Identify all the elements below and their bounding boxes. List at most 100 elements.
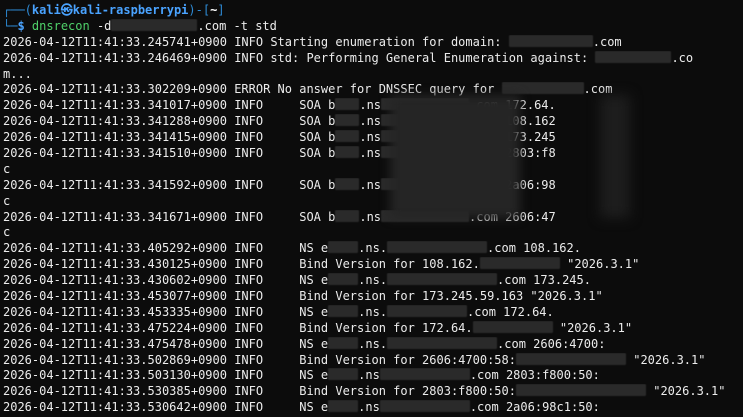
log-line: 2026-04-12T11:41:33.430125+0900 INFO Bin… (3, 257, 743, 273)
log-line: 2026-04-12T11:41:33.475478+0900 INFO NS … (3, 336, 743, 353)
log-message: NS e (263, 304, 329, 319)
log-timestamp: 2026-04-12T11:41:33.302209+0900 (3, 82, 227, 97)
redacted-text (472, 320, 553, 333)
redacted-text (328, 336, 359, 349)
log-message: NS e (263, 241, 329, 256)
log-message: SOA b (263, 146, 336, 161)
log-timestamp: 2026-04-12T11:41:33.453335+0900 (3, 304, 227, 319)
command-args-pre: -d (89, 18, 112, 33)
log-line: 2026-04-12T11:41:33.341288+0900 INFO SOA… (3, 114, 743, 130)
log-timestamp: 2026-04-12T11:41:33.405292+0900 (3, 241, 227, 256)
log-message: std: Performing General Enumeration agai… (263, 50, 596, 65)
log-message: SOA b (263, 114, 336, 129)
redacted-text (328, 400, 359, 413)
log-timestamp: 2026-04-12T11:41:33.246469+0900 (3, 50, 227, 65)
log-line: c (3, 162, 743, 178)
redacted-text (381, 209, 470, 222)
log-timestamp: 2026-04-12T11:41:33.341671+0900 (3, 209, 227, 224)
log-message: "2026.3.1" (633, 352, 706, 367)
log-level: INFO (234, 368, 264, 383)
redacted-text (508, 34, 593, 47)
redacted-text (387, 304, 468, 317)
prompt-frame-bottom: └─ (3, 18, 18, 33)
log-message: .ns (359, 209, 382, 224)
prompt-dir-open: )-[ (188, 3, 211, 17)
redacted-text (595, 50, 672, 63)
log-message: .com 2a06:98 (469, 177, 556, 192)
prompt-line-top: ┌──(kali㉿kali-raspberrypi)-[~] (3, 3, 743, 19)
log-level: ERROR (234, 82, 271, 97)
log-message: .com (592, 34, 622, 49)
log-message: .ns. (358, 336, 388, 351)
redacted-text (479, 257, 560, 270)
log-timestamp: 2026-04-12T11:41:33.502869+0900 (3, 352, 227, 367)
log-message: .ns (359, 146, 382, 161)
log-message: Bind Version for 173.245.59.163 "2026.3.… (263, 289, 603, 304)
log-level: INFO (234, 304, 264, 319)
log-level: INFO (234, 273, 264, 288)
prompt-dollar: $ (17, 18, 25, 33)
redacted-text (387, 241, 488, 254)
log-message: .ns (359, 114, 382, 129)
log-line: 2026-04-12T11:41:33.430602+0900 INFO NS … (3, 273, 743, 289)
log-level: INFO (234, 34, 264, 49)
log-level: INFO (234, 400, 264, 415)
log-line: 2026-04-12T11:41:33.341017+0900 INFO SOA… (3, 98, 743, 114)
log-message: .ns (359, 98, 382, 113)
log-line: 2026-04-12T11:41:33.530642+0900 INFO NS … (3, 400, 743, 416)
log-message: SOA b (263, 209, 336, 224)
log-message: Bind Version for 2606:4700:58: (263, 352, 516, 367)
log-timestamp: 2026-04-12T11:41:33.245741+0900 (3, 34, 227, 49)
log-message: .ns (359, 177, 382, 192)
log-message: Starting enumeration for domain: (263, 34, 509, 49)
prompt-line-command[interactable]: └─$ dnsrecon -d .com -t std (3, 18, 743, 35)
log-message: .com 2803:f800:50: (469, 368, 600, 383)
redacted-text (387, 336, 498, 349)
command-name: dnsrecon (31, 18, 90, 33)
log-timestamp: 2026-04-12T11:41:33.430125+0900 (3, 257, 227, 272)
log-message: .com 2606:47 (469, 209, 556, 224)
log-message: .com 173.245 (469, 130, 556, 145)
log-line: 2026-04-12T11:41:33.341671+0900 INFO SOA… (3, 209, 743, 226)
log-line: 2026-04-12T11:41:33.341510+0900 INFO SOA… (3, 146, 743, 162)
redacted-text (381, 130, 470, 143)
redacted-text (328, 273, 359, 286)
log-message: .ns. (358, 241, 388, 256)
log-timestamp: 2026-04-12T11:41:33.530385+0900 (3, 384, 227, 399)
log-message: Bind Version for 172.64. (263, 320, 473, 335)
log-line: 2026-04-12T11:41:33.341592+0900 INFO SOA… (3, 177, 743, 194)
log-level: INFO (234, 241, 264, 256)
log-line: c (3, 225, 743, 241)
redacted-text (335, 177, 360, 190)
log-level: INFO (234, 336, 264, 351)
log-message: .co (671, 50, 694, 65)
log-level: INFO (234, 114, 264, 129)
redacted-text (515, 352, 626, 365)
log-message: NS e (263, 368, 329, 383)
log-line: 2026-04-12T11:41:33.502869+0900 INFO Bin… (3, 352, 743, 369)
log-message: NS e (263, 336, 329, 351)
log-level: INFO (234, 352, 264, 367)
terminal-window[interactable]: ┌──(kali㉿kali-raspberrypi)-[~] └─$ dnsre… (0, 0, 743, 417)
log-line: 2026-04-12T11:41:33.475224+0900 INFO Bin… (3, 320, 743, 337)
redacted-text (381, 177, 470, 190)
redacted-text (335, 209, 360, 222)
log-level: INFO (234, 146, 264, 161)
log-message: .com 2a06:98c1:50: (469, 400, 600, 415)
prompt-frame-top: ┌──( (3, 3, 32, 17)
log-level: INFO (234, 50, 264, 65)
log-message: .ns. (358, 273, 388, 288)
log-message: .com 2606:4700: (497, 336, 606, 351)
log-output: 2026-04-12T11:41:33.245741+0900 INFO Sta… (3, 34, 743, 416)
log-message: .ns. (358, 304, 388, 319)
log-line: 2026-04-12T11:41:33.453077+0900 INFO Bin… (3, 289, 743, 305)
redacted-text (381, 114, 470, 127)
redacted-text (381, 98, 470, 111)
redacted-text (387, 273, 498, 286)
log-line: 2026-04-12T11:41:33.503130+0900 INFO NS … (3, 368, 743, 384)
log-continuation: c (3, 225, 11, 240)
log-line: c (3, 194, 743, 210)
redacted-text (328, 241, 359, 254)
log-message: NS e (263, 400, 329, 415)
redacted-text (328, 304, 359, 317)
